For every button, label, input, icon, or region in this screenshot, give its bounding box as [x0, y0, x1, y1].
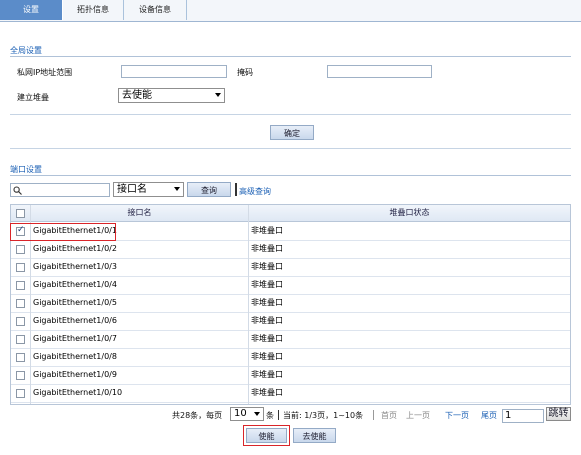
- column-header-stack-status[interactable]: 堆叠口状态: [249, 205, 570, 221]
- search-field-value: 接口名: [117, 184, 147, 195]
- stack-status: 非堆叠口: [251, 244, 283, 253]
- interface-name: GigabitEthernet1/0/2: [33, 244, 117, 253]
- confirm-button[interactable]: 确定: [270, 125, 314, 140]
- row-checkbox[interactable]: [16, 263, 25, 272]
- port-settings-title: 端口设置: [10, 165, 42, 174]
- row-checkbox[interactable]: [16, 299, 25, 308]
- interface-name: GigabitEthernet1/0/3: [33, 262, 117, 271]
- pager-last[interactable]: 尾页: [481, 410, 497, 421]
- row-checkbox[interactable]: [16, 281, 25, 290]
- separator: [235, 183, 237, 196]
- pager-current: 当前: 1/3页，1~10条: [283, 411, 364, 420]
- table-row[interactable]: GigabitEthernet1/0/5 非堆叠口: [11, 294, 570, 313]
- interface-name: GigabitEthernet1/0/5: [33, 298, 117, 307]
- query-button[interactable]: 查询: [187, 182, 231, 197]
- interface-name: GigabitEthernet1/0/10: [33, 388, 123, 397]
- build-stack-value: 去使能: [122, 90, 152, 101]
- stack-status: 非堆叠口: [251, 226, 283, 235]
- separator: [373, 410, 374, 420]
- column-header-interface[interactable]: 接口名: [31, 205, 248, 221]
- separator: [278, 410, 279, 420]
- page-size-value: 10: [234, 408, 247, 419]
- row-checkbox[interactable]: [16, 371, 25, 380]
- table-row[interactable]: GigabitEthernet1/0/10 非堆叠口: [11, 384, 570, 403]
- highlight-first-row: [10, 223, 116, 241]
- row-checkbox[interactable]: [16, 245, 25, 254]
- page-size-select[interactable]: 10: [230, 407, 264, 421]
- table-row[interactable]: GigabitEthernet1/0/8 非堆叠口: [11, 348, 570, 367]
- stack-status: 非堆叠口: [251, 334, 283, 343]
- divider: [10, 175, 571, 176]
- stack-status: 非堆叠口: [251, 370, 283, 379]
- row-checkbox[interactable]: [16, 353, 25, 362]
- page-number-input[interactable]: 1: [502, 409, 544, 423]
- chevron-down-icon: [254, 412, 260, 416]
- divider: [10, 114, 571, 115]
- stack-status: 非堆叠口: [251, 280, 283, 289]
- pager-total: 共28条，每页: [172, 411, 223, 420]
- stack-status: 非堆叠口: [251, 262, 283, 271]
- row-checkbox[interactable]: [16, 317, 25, 326]
- stack-status: 非堆叠口: [251, 298, 283, 307]
- interface-name: GigabitEthernet1/0/9: [33, 370, 117, 379]
- build-stack-label: 建立堆叠: [17, 93, 49, 102]
- interface-name: GigabitEthernet1/0/7: [33, 334, 117, 343]
- chevron-down-icon: [215, 93, 221, 97]
- table-row[interactable]: GigabitEthernet1/0/7 非堆叠口: [11, 330, 570, 349]
- divider: [10, 148, 571, 149]
- pager-next[interactable]: 下一页: [445, 410, 469, 421]
- search-field-select[interactable]: 接口名: [113, 182, 184, 197]
- page-number-value: 1: [505, 410, 512, 421]
- table-row[interactable]: GigabitEthernet1/0/2 非堆叠口: [11, 240, 570, 259]
- pager-prev[interactable]: 上一页: [406, 410, 430, 421]
- private-ip-input[interactable]: [121, 65, 227, 78]
- global-settings-title: 全局设置: [10, 46, 42, 55]
- search-icon: [13, 186, 22, 195]
- advanced-query-link[interactable]: 高级查询: [239, 186, 271, 197]
- stack-status: 非堆叠口: [251, 388, 283, 397]
- interface-name: GigabitEthernet1/0/6: [33, 316, 117, 325]
- select-all-checkbox[interactable]: [16, 209, 25, 218]
- divider: [10, 56, 571, 57]
- tab-device-info[interactable]: 设备信息: [124, 0, 187, 20]
- search-input[interactable]: [10, 183, 110, 197]
- jump-button[interactable]: 跳转: [546, 407, 571, 421]
- stack-status: 非堆叠口: [251, 352, 283, 361]
- chevron-down-icon: [174, 187, 180, 191]
- mask-input[interactable]: [327, 65, 432, 78]
- row-checkbox[interactable]: [16, 335, 25, 344]
- divider: [30, 221, 31, 404]
- interface-name: GigabitEthernet1/0/8: [33, 352, 117, 361]
- private-ip-label: 私网IP地址范围: [17, 68, 73, 77]
- divider: [248, 221, 249, 404]
- row-checkbox[interactable]: [16, 389, 25, 398]
- mask-label: 掩码: [237, 68, 253, 77]
- table-row[interactable]: GigabitEthernet1/0/4 非堆叠口: [11, 276, 570, 295]
- stack-status: 非堆叠口: [251, 316, 283, 325]
- disable-button[interactable]: 去使能: [293, 428, 336, 443]
- table-row[interactable]: GigabitEthernet1/0/6 非堆叠口: [11, 312, 570, 331]
- pager-per-text: 条: [266, 411, 274, 420]
- build-stack-select[interactable]: 去使能: [118, 88, 225, 103]
- tab-settings[interactable]: 设置: [0, 0, 63, 20]
- interface-name: GigabitEthernet1/0/4: [33, 280, 117, 289]
- table-row[interactable]: GigabitEthernet1/0/9 非堆叠口: [11, 366, 570, 385]
- enable-button[interactable]: 使能: [246, 428, 287, 443]
- table-row[interactable]: GigabitEthernet1/0/3 非堆叠口: [11, 258, 570, 277]
- table-header: 接口名 堆叠口状态: [11, 205, 570, 222]
- pager-first[interactable]: 首页: [381, 410, 397, 421]
- tab-topology[interactable]: 拓扑信息: [63, 0, 124, 20]
